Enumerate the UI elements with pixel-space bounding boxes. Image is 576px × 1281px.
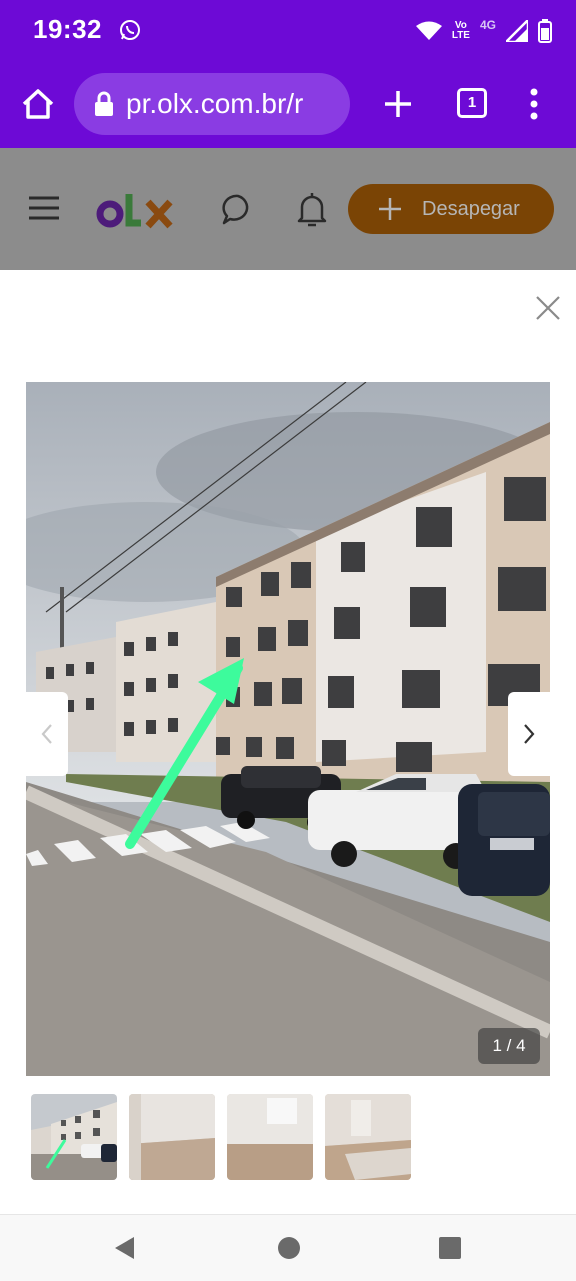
thumbnail-1[interactable] <box>31 1094 117 1180</box>
lock-icon <box>95 91 113 116</box>
signal-icon <box>506 20 528 42</box>
bell-icon[interactable] <box>294 190 330 228</box>
desapegar-button[interactable]: Desapegar <box>348 184 554 234</box>
volte-bottom-label: LTE <box>451 30 470 41</box>
previous-photo-button[interactable] <box>26 692 68 776</box>
browser-toolbar: pr.olx.com.br/r 1 <box>0 62 576 148</box>
whatsapp-icon <box>120 20 140 40</box>
address-bar[interactable]: pr.olx.com.br/r <box>74 73 350 135</box>
site-header: Desapegar <box>0 148 576 270</box>
thumbnail-2[interactable] <box>129 1094 215 1180</box>
close-icon[interactable] <box>534 294 562 322</box>
home-icon[interactable] <box>18 84 58 124</box>
battery-icon <box>538 19 552 43</box>
status-bar: 19:32 Vo LTE 4G <box>0 0 576 62</box>
tabs-counter-button[interactable]: 1 <box>457 88 487 118</box>
chevron-left-icon <box>41 724 52 744</box>
system-navigation-bar <box>0 1214 576 1281</box>
recents-icon[interactable] <box>438 1236 462 1260</box>
status-icons: Vo LTE 4G <box>415 14 552 48</box>
thumbnail-4-image <box>325 1094 411 1180</box>
thumbnail-4[interactable] <box>325 1094 411 1180</box>
thumbnail-1-image <box>31 1094 117 1180</box>
main-listing-photo[interactable]: 1 / 4 <box>26 382 550 1076</box>
chevron-right-icon <box>524 724 535 744</box>
desapegar-label: Desapegar <box>422 197 520 220</box>
image-gallery-modal: 1 / 4 <box>0 270 576 1214</box>
plus-icon <box>379 198 401 220</box>
apartment-building-photo <box>26 382 550 1076</box>
new-tab-plus-icon[interactable] <box>382 88 414 120</box>
more-vert-icon[interactable] <box>522 84 546 124</box>
back-icon[interactable] <box>112 1235 138 1261</box>
url-text: pr.olx.com.br/r <box>126 88 304 119</box>
olx-logo[interactable] <box>96 188 176 230</box>
menu-icon[interactable] <box>28 196 60 220</box>
network-type-label: 4G <box>479 18 496 32</box>
next-photo-button[interactable] <box>508 692 550 776</box>
thumbnail-3-image <box>227 1094 313 1180</box>
volte-icon: Vo LTE <box>452 21 470 41</box>
photo-counter: 1 / 4 <box>478 1028 540 1064</box>
thumbnail-2-image <box>129 1094 215 1180</box>
status-time: 19:32 <box>33 14 102 44</box>
chat-icon[interactable] <box>220 192 256 226</box>
thumbnail-3[interactable] <box>227 1094 313 1180</box>
wifi-icon <box>415 21 442 40</box>
home-circle-icon[interactable] <box>276 1235 302 1261</box>
